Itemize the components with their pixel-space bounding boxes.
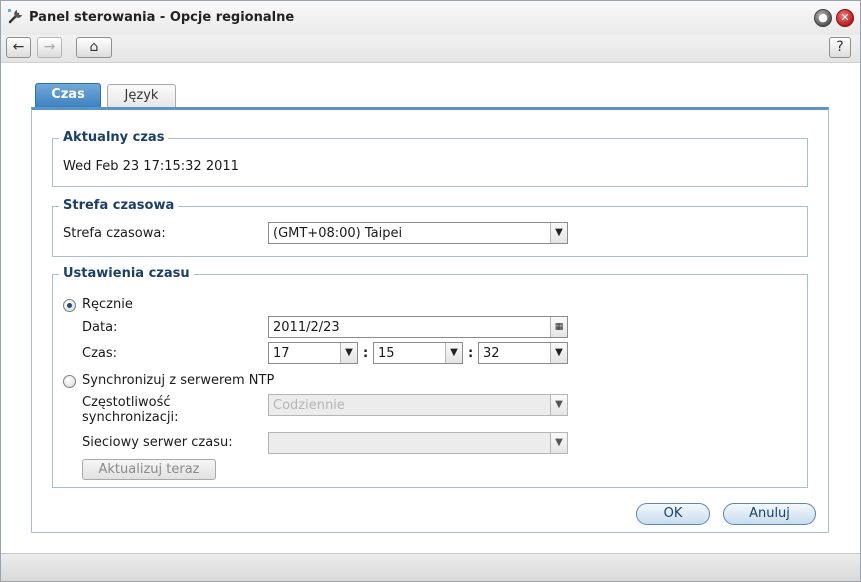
ntp-server-select[interactable]: ▼	[268, 432, 568, 454]
date-input[interactable]: 2011/2/23 ▦	[268, 316, 568, 338]
timezone-select[interactable]: (GMT+08:00) Taipei ▼	[268, 222, 568, 244]
home-icon: ⌂	[89, 39, 99, 55]
timezone-legend: Strefa czasowa	[59, 198, 179, 213]
current-time-legend: Aktualny czas	[59, 130, 169, 145]
time-settings-legend: Ustawienia czasu	[59, 266, 194, 281]
current-time-value: Wed Feb 23 17:15:32 2011	[63, 159, 239, 174]
cancel-button[interactable]: Anuluj	[723, 503, 816, 525]
manual-radio-label: Ręcznie	[82, 297, 133, 312]
second-select[interactable]: 32 ▼	[478, 342, 568, 364]
tab-panel-time: Aktualny czas Wed Feb 23 17:15:32 2011 S…	[31, 107, 829, 533]
back-button[interactable]: ←	[6, 37, 31, 58]
ok-button[interactable]: OK	[636, 503, 710, 525]
hour-select[interactable]: 17 ▼	[268, 342, 358, 364]
timezone-label: Strefa czasowa:	[63, 226, 166, 241]
chevron-down-icon: ▼	[550, 223, 567, 243]
current-time-group: Aktualny czas Wed Feb 23 17:15:32 2011	[52, 130, 808, 187]
tab-time[interactable]: Czas	[35, 83, 101, 108]
date-input-value: 2011/2/23	[273, 320, 340, 335]
home-button[interactable]: ⌂	[76, 37, 112, 58]
sync-frequency-select[interactable]: Codziennie ▼	[268, 394, 568, 416]
minimize-icon: ●	[818, 11, 828, 24]
update-now-button[interactable]: Aktualizuj teraz	[82, 459, 216, 480]
forward-button[interactable]: →	[37, 37, 62, 58]
timezone-select-value: (GMT+08:00) Taipei	[273, 226, 403, 241]
help-button[interactable]: ?	[829, 37, 851, 58]
status-bar	[1, 553, 860, 581]
ntp-server-label: Sieciowy serwer czasu:	[82, 435, 233, 450]
tab-language[interactable]: Język	[107, 84, 176, 107]
close-icon: ✕	[840, 11, 850, 24]
chevron-down-icon: ▼	[340, 343, 357, 363]
wrench-icon	[8, 9, 22, 24]
minute-select[interactable]: 15 ▼	[373, 342, 463, 364]
control-panel-window: Panel sterowania - Opcje regionalne ● ✕ …	[0, 0, 861, 582]
close-button[interactable]: ✕	[836, 9, 854, 27]
date-label: Data:	[82, 320, 118, 335]
arrow-right-icon: →	[43, 39, 56, 55]
content-area: Czas Język Aktualny czas Wed Feb 23 17:1…	[1, 63, 860, 553]
sync-frequency-label: Częstotliwość synchronizacji:	[82, 395, 179, 425]
time-settings-group: Ustawienia czasu Ręcznie Data: 2011/2/23…	[52, 266, 808, 488]
time-label: Czas:	[82, 346, 118, 361]
help-icon: ?	[836, 39, 844, 55]
navigation-toolbar: ← → ⌂ ?	[1, 35, 860, 63]
second-select-value: 32	[483, 346, 500, 361]
chevron-down-icon: ▼	[445, 343, 462, 363]
hour-select-value: 17	[273, 346, 290, 361]
manual-radio[interactable]	[63, 299, 76, 312]
title-bar: Panel sterowania - Opcje regionalne ● ✕	[1, 1, 860, 35]
minute-select-value: 15	[378, 346, 395, 361]
calendar-icon[interactable]: ▦	[550, 317, 567, 337]
chevron-down-icon: ▼	[550, 433, 567, 453]
time-separator: :	[468, 346, 474, 361]
ntp-radio-label: Synchronizuj z serwerem NTP	[82, 373, 275, 388]
arrow-left-icon: ←	[12, 39, 25, 55]
sync-frequency-value: Codziennie	[273, 398, 345, 413]
window-title: Panel sterowania - Opcje regionalne	[29, 10, 295, 25]
timezone-group: Strefa czasowa Strefa czasowa: (GMT+08:0…	[52, 198, 808, 257]
time-separator: :	[363, 346, 369, 361]
chevron-down-icon: ▼	[550, 343, 567, 363]
chevron-down-icon: ▼	[550, 395, 567, 415]
ntp-radio[interactable]	[63, 375, 76, 388]
minimize-button[interactable]: ●	[814, 9, 832, 27]
